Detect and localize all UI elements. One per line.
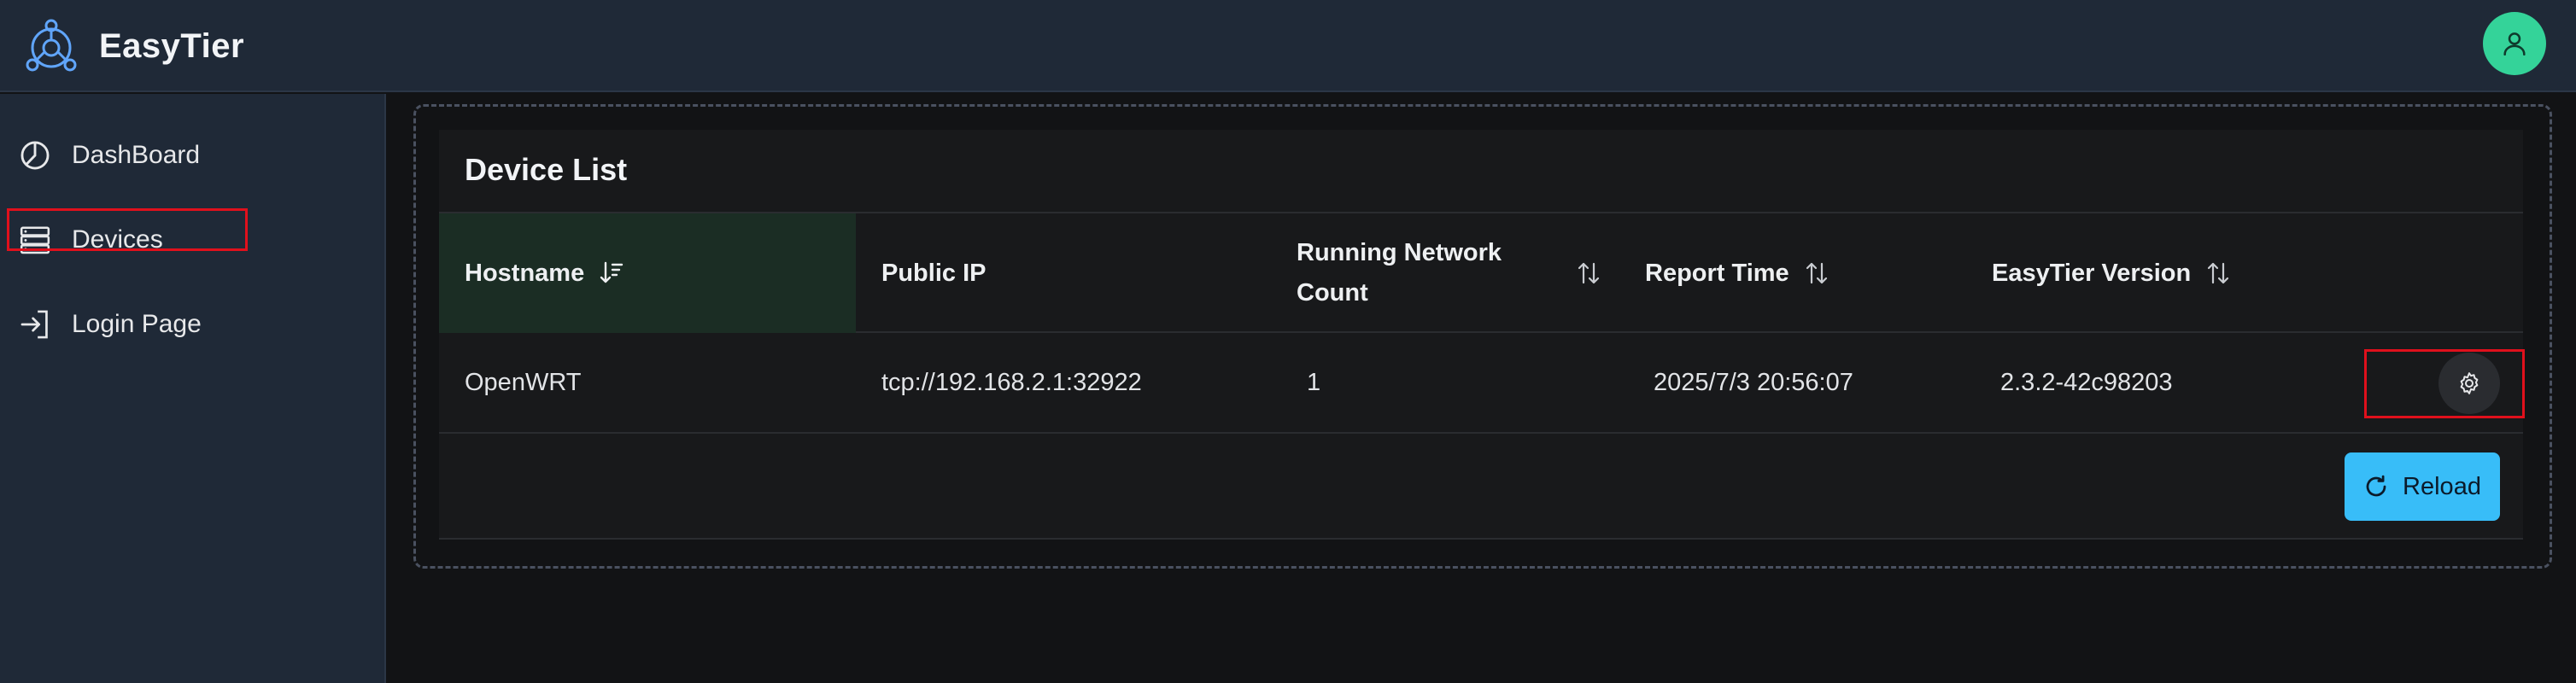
easytier-logo-icon [26,19,77,72]
user-icon [2503,32,2526,56]
cell-report-time: 2025/7/3 20:56:07 [1654,368,1853,396]
app-title: EasyTier [99,26,245,65]
sidebar-item-label: Login Page [72,310,202,338]
column-header-label: EasyTier Version [1992,259,2192,287]
sidebar-item-devices[interactable]: Devices [17,214,376,266]
sidebar-item-label: DashBoard [72,141,201,169]
brand: EasyTier [22,12,244,80]
refresh-icon [2366,475,2386,497]
reload-button[interactable]: Reload [2345,452,2500,521]
user-avatar-button[interactable] [2483,12,2546,75]
top-bar: EasyTier [0,0,2576,92]
column-header-label: Report Time [1645,259,1789,287]
column-header-public-ip: Public IP [856,213,1271,333]
column-header-report-time[interactable]: Report Time [1619,213,1966,333]
table-footer [439,434,2523,540]
cell-hostname: OpenWRT [465,368,582,396]
column-header-hostname[interactable]: Hostname [439,213,856,333]
sidebar-item-login-page[interactable]: Login Page [17,299,376,350]
column-header-label: Running Network Count [1297,239,1502,306]
device-list-card: Device List Hostname Public IP Running N… [439,130,2523,540]
table-header: Hostname Public IP Running Network Count… [439,212,2523,333]
cell-running-network-count: 1 [1307,368,1321,396]
column-header-label: Public IP [881,259,986,287]
server-icon [17,222,53,258]
sort-icon [2208,262,2229,284]
cell-public-ip: tcp://192.168.2.1:32922 [881,368,1142,396]
device-settings-button[interactable] [2438,353,2500,414]
sidebar [0,94,386,683]
gear-icon [2460,372,2479,394]
sort-icon [1806,262,1827,284]
sign-in-icon [17,306,53,342]
table-row: OpenWRT tcp://192.168.2.1:32922 1 2025/7… [439,333,2523,434]
reload-label: Reload [2403,472,2481,500]
chart-pie-icon [17,137,53,173]
card-title: Device List [465,152,628,187]
cell-easytier-version: 2.3.2-42c98203 [2000,368,2173,396]
sidebar-item-label: Devices [72,225,163,254]
column-header-easytier-version[interactable]: EasyTier Version [1966,213,2523,333]
column-header-label: Hostname [465,259,585,287]
sort-icon [1578,262,1600,284]
sort-descending-icon [600,261,624,283]
column-header-running-network-count[interactable]: Running Network Count [1271,213,1619,333]
sidebar-item-dashboard[interactable]: DashBoard [17,130,376,181]
